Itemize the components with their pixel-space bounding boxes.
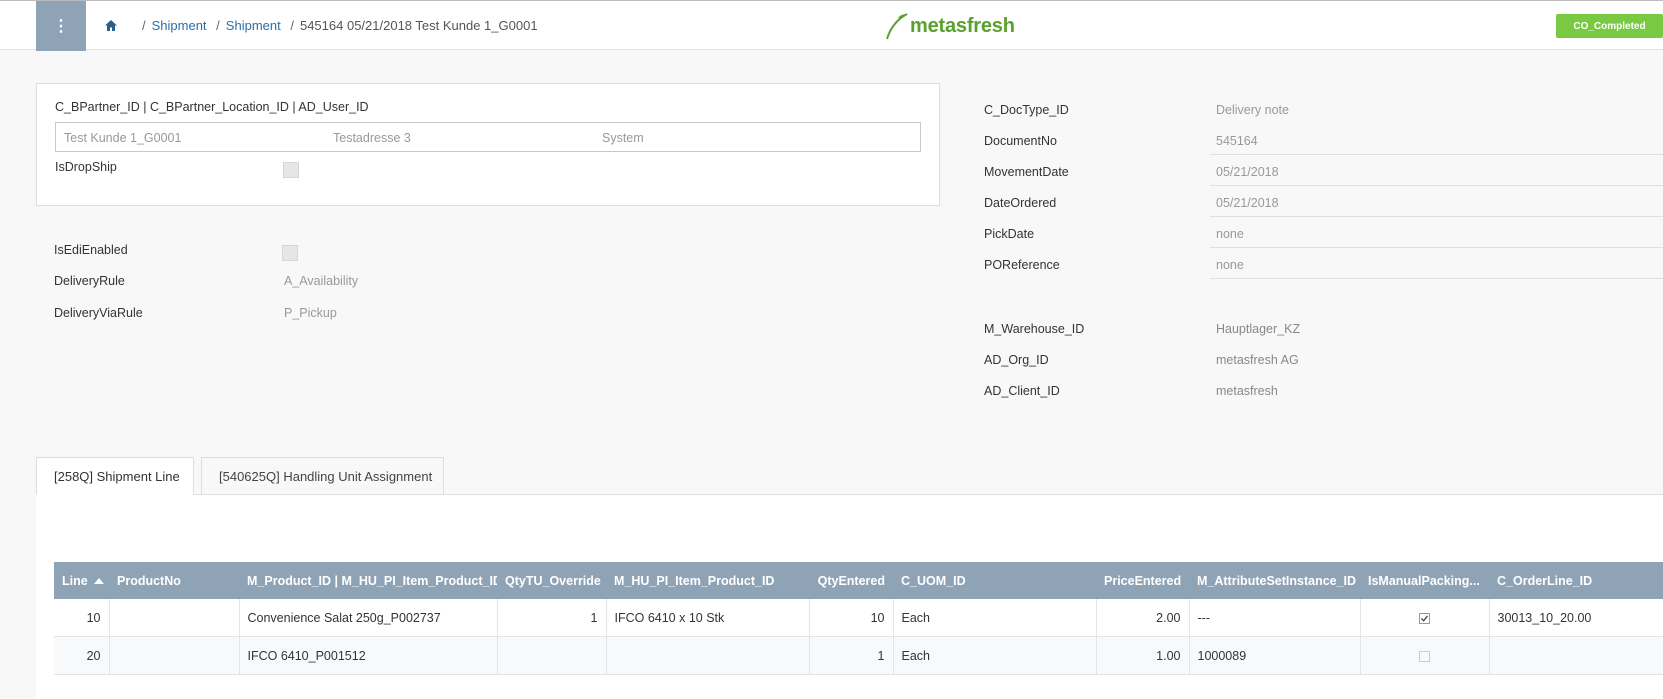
cell-priceentered[interactable]: 2.00	[1096, 599, 1190, 637]
divider	[1210, 154, 1663, 155]
org-value[interactable]: metasfresh AG	[1216, 353, 1299, 367]
column-header-qtyentered[interactable]: QtyEntered	[809, 562, 893, 599]
cell-line[interactable]: 10	[54, 599, 110, 637]
tab-handling-unit-assignment[interactable]: [540625Q] Handling Unit Assignment	[201, 457, 444, 495]
checked-checkbox-icon[interactable]	[1419, 612, 1430, 624]
logo-text: metasfresh	[910, 14, 1015, 37]
partner-panel: C_BPartner_ID | C_BPartner_Location_ID |…	[36, 83, 940, 206]
user-value[interactable]: System	[602, 131, 644, 145]
dateordered-value[interactable]: 05/21/2018	[1216, 196, 1279, 210]
leaf-icon	[886, 13, 908, 40]
cell-priceentered[interactable]: 1.00	[1096, 636, 1190, 675]
delivery-via-label: DeliveryViaRule	[54, 306, 143, 320]
divider	[1210, 247, 1663, 248]
cell-qtytu-override[interactable]	[497, 636, 607, 675]
breadcrumb: / Shipment / Shipment /545164 05/21/2018 T…	[142, 18, 538, 33]
client-label: AD_Client_ID	[984, 384, 1060, 398]
cell-ismanualpacking[interactable]	[1360, 636, 1490, 675]
cell-attributesetinstance[interactable]: ---	[1189, 599, 1361, 637]
partner-value[interactable]: Test Kunde 1_G0001	[64, 131, 181, 145]
column-header-line[interactable]: Line	[54, 562, 109, 599]
cell-productno[interactable]	[109, 636, 240, 675]
cell-ismanualpacking[interactable]	[1360, 599, 1490, 637]
divider	[1210, 278, 1663, 279]
cell-qtyentered[interactable]: 1	[809, 636, 894, 675]
column-header-product[interactable]: M_Product_ID | M_HU_PI_Item_Product_ID	[239, 562, 497, 599]
cell-line[interactable]: 20	[54, 636, 110, 675]
unchecked-checkbox-icon[interactable]	[1419, 650, 1430, 662]
location-value[interactable]: Testadresse 3	[333, 131, 411, 145]
shipment-lines-table: Line ProductNo M_Product_ID | M_HU_PI_It…	[54, 562, 1663, 675]
cell-qtytu-override[interactable]: 1	[497, 599, 607, 637]
dropship-checkbox[interactable]	[283, 162, 299, 178]
more-vertical-icon: ⋮	[53, 18, 69, 35]
delivery-rule-label: DeliveryRule	[54, 274, 125, 288]
doctype-label: C_DocType_ID	[984, 103, 1069, 117]
column-header-orderline[interactable]: C_OrderLine_ID	[1489, 562, 1663, 599]
cell-uom[interactable]: Each	[893, 636, 1097, 675]
table-header-row: Line ProductNo M_Product_ID | M_HU_PI_It…	[54, 562, 1663, 599]
cell-product[interactable]: IFCO 6410_P001512	[239, 636, 498, 675]
movementdate-label: MovementDate	[984, 165, 1069, 179]
cell-orderline[interactable]: 30013_10_20.00	[1489, 599, 1663, 637]
column-header-hu-pi-item-product[interactable]: M_HU_PI_Item_Product_ID	[606, 562, 809, 599]
poreference-label: POReference	[984, 258, 1060, 272]
breadcrumb-item-shipment-window[interactable]: Shipment	[226, 18, 281, 33]
column-header-uom[interactable]: C_UOM_ID	[893, 562, 1096, 599]
divider	[1210, 216, 1663, 217]
pickdate-value[interactable]: none	[1216, 227, 1244, 241]
divider	[1210, 185, 1663, 186]
breadcrumb-current-document: 545164 05/21/2018 Test Kunde 1_G0001	[299, 18, 538, 33]
metasfresh-logo: metasfresh	[884, 9, 1015, 43]
edi-enabled-label: IsEdiEnabled	[54, 243, 128, 257]
home-icon[interactable]	[104, 19, 118, 33]
dropship-label: IsDropShip	[55, 160, 117, 174]
edi-enabled-checkbox[interactable]	[282, 245, 298, 261]
cell-qtyentered[interactable]: 10	[809, 599, 894, 637]
column-header-productno[interactable]: ProductNo	[109, 562, 239, 599]
column-header-ismanualpacking[interactable]: IsManualPacking...	[1360, 562, 1489, 599]
partner-lookup-field[interactable]: Test Kunde 1_G0001 Testadresse 3 System	[55, 122, 921, 152]
cell-orderline[interactable]	[1489, 636, 1663, 675]
document-status-button[interactable]: CO_Completed	[1556, 14, 1663, 38]
poreference-value[interactable]: none	[1216, 258, 1244, 272]
column-header-attributesetinstance[interactable]: M_AttributeSetInstance_ID	[1189, 562, 1360, 599]
warehouse-label: M_Warehouse_ID	[984, 322, 1085, 336]
partner-field-label: C_BPartner_ID | C_BPartner_Location_ID |…	[55, 100, 369, 114]
org-label: AD_Org_ID	[984, 353, 1049, 367]
delivery-rule-value[interactable]: A_Availability	[284, 274, 358, 288]
breadcrumb-item-shipment-menu[interactable]: Shipment	[152, 18, 207, 33]
doctype-value[interactable]: Delivery note	[1216, 103, 1289, 117]
tab-shipment-line[interactable]: [258Q] Shipment Line	[36, 457, 194, 495]
pickdate-label: PickDate	[984, 227, 1035, 241]
movementdate-value[interactable]: 05/21/2018	[1216, 165, 1279, 179]
header-bar: ⋮ / Shipment / Shipment /545164 05/21/2018…	[0, 0, 1663, 51]
sort-ascending-icon	[93, 578, 104, 585]
warehouse-value[interactable]: Hauptlager_KZ	[1216, 322, 1300, 336]
dateordered-label: DateOrdered	[984, 196, 1057, 210]
documentno-label: DocumentNo	[984, 134, 1057, 148]
delivery-via-value[interactable]: P_Pickup	[284, 306, 337, 320]
table-row[interactable]: 20 IFCO 6410_P001512 1 Each 1.00 1000089	[54, 636, 1663, 675]
cell-hu-pi-item-product[interactable]: IFCO 6410 x 10 Stk	[606, 599, 810, 637]
cell-product[interactable]: Convenience Salat 250g_P002737	[239, 599, 498, 637]
documentno-value[interactable]: 545164	[1216, 134, 1258, 148]
cell-uom[interactable]: Each	[893, 599, 1097, 637]
cell-attributesetinstance[interactable]: 1000089	[1189, 636, 1361, 675]
cell-hu-pi-item-product[interactable]	[606, 636, 810, 675]
menu-button[interactable]: ⋮	[36, 1, 86, 51]
column-header-priceentered[interactable]: PriceEntered	[1096, 562, 1189, 599]
client-value[interactable]: metasfresh	[1216, 384, 1278, 398]
table-row[interactable]: 10 Convenience Salat 250g_P002737 1 IFCO…	[54, 599, 1663, 637]
column-header-qtytu-override[interactable]: QtyTU_Override	[497, 562, 606, 599]
cell-productno[interactable]	[109, 599, 240, 637]
